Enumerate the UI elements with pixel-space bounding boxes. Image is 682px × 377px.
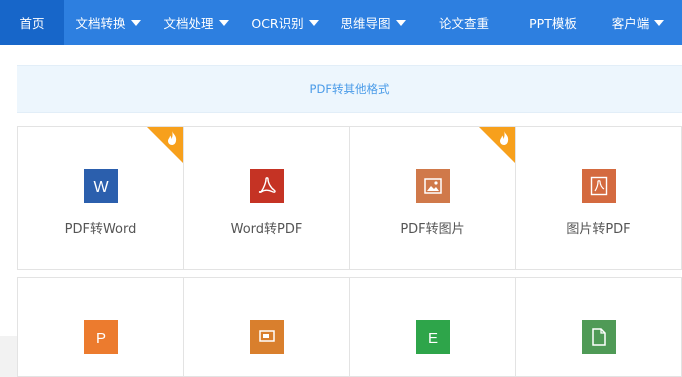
- pdf-icon: [581, 169, 616, 203]
- tool-card-presentation[interactable]: [183, 277, 350, 377]
- pdf-icon: [249, 169, 284, 203]
- file-icon: [581, 320, 616, 354]
- chevron-down-icon: [654, 19, 665, 26]
- svg-text:E: E: [427, 330, 437, 346]
- tool-label: PDF转图片: [400, 222, 465, 237]
- presentation-icon: [249, 320, 284, 354]
- nav-item-ppt-template[interactable]: PPT模板: [512, 0, 594, 45]
- nav-item-doc-process[interactable]: 文档处理: [152, 0, 240, 45]
- nav-item-mindmap[interactable]: 思维导图: [330, 0, 416, 45]
- tool-grid: W PDF转Word Word转PDF PDF转图片 图片转PDF P E: [17, 126, 682, 377]
- excel-icon: E: [415, 320, 450, 354]
- section-banner: PDF转其他格式: [17, 65, 682, 113]
- nav-label: 论文查重: [438, 16, 489, 31]
- tool-card-word-to-pdf[interactable]: Word转PDF: [183, 126, 350, 270]
- chevron-down-icon: [130, 19, 141, 26]
- nav-item-plagiarism[interactable]: 论文查重: [416, 0, 512, 45]
- nav-label: 文档转换: [75, 16, 126, 31]
- tool-card-file[interactable]: [515, 277, 682, 377]
- chevron-down-icon: [395, 19, 406, 26]
- ppt-icon: P: [83, 320, 118, 354]
- section-title: PDF转其他格式: [309, 82, 390, 96]
- flame-icon: [500, 131, 509, 145]
- nav-item-doc-convert[interactable]: 文档转换: [64, 0, 152, 45]
- chevron-down-icon: [308, 19, 319, 26]
- svg-text:W: W: [93, 179, 109, 195]
- flame-icon: [168, 131, 177, 145]
- tool-label: Word转PDF: [230, 222, 303, 237]
- nav-label: PPT模板: [529, 16, 577, 31]
- nav-item-ocr[interactable]: OCR识别: [240, 0, 330, 45]
- tool-card-pdf-to-word[interactable]: W PDF转Word: [17, 126, 184, 270]
- nav-label: 首页: [19, 16, 45, 31]
- tool-card-excel[interactable]: E: [349, 277, 516, 377]
- nav-label: 文档处理: [163, 16, 214, 31]
- nav-label: OCR识别: [251, 16, 304, 31]
- image-icon: [415, 169, 450, 203]
- main-content: PDF转其他格式 W PDF转Word Word转PDF PDF转图片 图片转P…: [0, 45, 682, 377]
- word-icon: W: [83, 169, 118, 203]
- nav-label: 客户端: [611, 16, 650, 31]
- svg-text:P: P: [95, 330, 105, 346]
- tool-card-image-to-pdf[interactable]: 图片转PDF: [515, 126, 682, 270]
- chevron-down-icon: [218, 19, 229, 26]
- tool-card-pdf-to-image[interactable]: PDF转图片: [349, 126, 516, 270]
- top-nav: 首页 文档转换 文档处理 OCR识别 思维导图 论文查重 PPT模板 客户端: [0, 0, 682, 45]
- tool-card-ppt[interactable]: P: [17, 277, 184, 377]
- tool-label: 图片转PDF: [566, 222, 631, 237]
- tool-label: PDF转Word: [64, 222, 137, 237]
- nav-label: 思维导图: [340, 16, 391, 31]
- nav-item-client[interactable]: 客户端: [594, 0, 682, 45]
- nav-item-home[interactable]: 首页: [0, 0, 64, 45]
